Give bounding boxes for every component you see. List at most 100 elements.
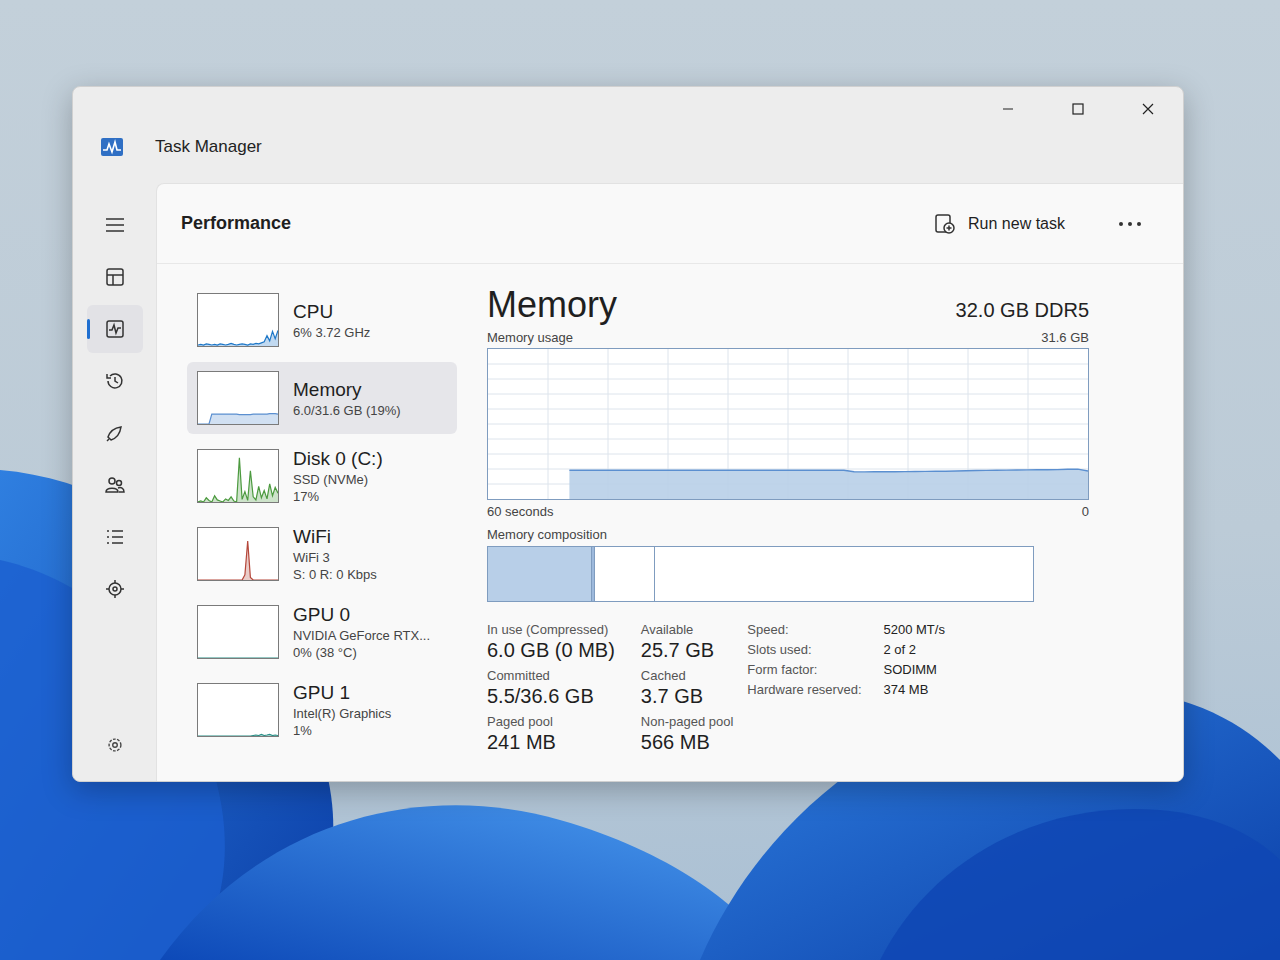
stat-item: Committed5.5/36.6 GB bbox=[487, 668, 615, 708]
spec-value: 374 MB bbox=[884, 682, 945, 697]
spec-label: Form factor: bbox=[747, 662, 861, 677]
resource-tile[interactable]: WiFiWiFi 3S: 0 R: 0 Kbps bbox=[187, 518, 457, 590]
settings-button[interactable] bbox=[87, 721, 143, 769]
stat-label: Committed bbox=[487, 668, 615, 683]
navigation-rail bbox=[73, 183, 156, 781]
grid-line bbox=[488, 454, 1088, 455]
resource-tile[interactable]: GPU 1 Intel(R) Graphics 1% bbox=[187, 674, 457, 746]
composition-segment bbox=[595, 547, 655, 601]
users-icon bbox=[104, 474, 126, 496]
mini-graph bbox=[197, 293, 279, 347]
stat-item: Available 25.7 GB bbox=[641, 622, 734, 662]
more-button[interactable] bbox=[1113, 214, 1147, 234]
usage-area bbox=[569, 469, 1088, 499]
mini-graph-line bbox=[198, 734, 278, 736]
menu-icon bbox=[104, 214, 126, 236]
stat-value: 6.0 GB (0 MB) bbox=[487, 639, 615, 662]
chart-max-label: 31.6 GB bbox=[1041, 330, 1089, 345]
nav-item[interactable] bbox=[87, 201, 143, 249]
grid-line bbox=[488, 409, 1088, 410]
grid-line bbox=[488, 424, 1088, 425]
window-title: Task Manager bbox=[155, 137, 262, 157]
resource-detail: 1% bbox=[293, 723, 391, 738]
app-history-icon bbox=[104, 370, 126, 392]
spec-label: Hardware reserved: bbox=[747, 682, 861, 697]
composition-label: Memory composition bbox=[487, 527, 1153, 542]
resource-tile[interactable]: CPU 6% 3.72 GHz bbox=[187, 284, 457, 356]
stat-value: 25.7 GB bbox=[641, 639, 734, 662]
resource-detail: S: 0 R: 0 Kbps bbox=[293, 567, 377, 582]
composition-segment bbox=[488, 547, 592, 601]
more-icon bbox=[1117, 220, 1143, 228]
nav-item[interactable] bbox=[87, 565, 143, 613]
spec-label: Slots used: bbox=[747, 642, 861, 657]
mini-graph bbox=[197, 527, 279, 581]
page-header: PerformanceRun new task bbox=[157, 184, 1183, 264]
resource-name: GPU 0 bbox=[293, 604, 430, 626]
resource-list: CPU 6% 3.72 GHz Memory6.0/31.6 GB (19%)Dis… bbox=[187, 284, 457, 781]
nav-item[interactable] bbox=[87, 513, 143, 561]
resource-name: WiFi bbox=[293, 526, 377, 548]
nav-item[interactable] bbox=[87, 461, 143, 509]
startup-icon bbox=[104, 422, 126, 444]
composition-segment bbox=[655, 547, 1033, 601]
details-icon bbox=[104, 526, 126, 548]
usage-line bbox=[569, 469, 1088, 472]
memory-specs: Speed:5200 MT/sSlots used:2 of 2Form fac… bbox=[747, 622, 945, 754]
stat-value: 566 MB bbox=[641, 731, 734, 754]
stat-label: Available bbox=[641, 622, 734, 637]
services-icon bbox=[104, 578, 126, 600]
stat-label: Paged pool bbox=[487, 714, 615, 729]
mini-graph-area bbox=[198, 658, 278, 659]
run-new-task-button[interactable]: Run new task bbox=[926, 207, 1073, 241]
mini-graph-area bbox=[198, 734, 278, 736]
memory-detail: Memory32.0 GB DDR5Memory usage31.6 GB60 … bbox=[457, 284, 1183, 781]
memory-spec: 32.0 GB DDR5 bbox=[956, 299, 1089, 322]
nav-item[interactable] bbox=[87, 305, 143, 353]
mini-graph-area bbox=[198, 414, 278, 424]
processes-icon bbox=[104, 266, 126, 288]
spec-value: 5200 MT/s bbox=[884, 622, 945, 637]
resource-tile[interactable]: Memory6.0/31.6 GB (19%) bbox=[187, 362, 457, 434]
task-manager-window: Task Manager PerformanceRun new task CPU 6%… bbox=[72, 86, 1184, 782]
grid-line bbox=[488, 394, 1088, 395]
stat-item: Cached3.7 GB bbox=[641, 668, 734, 708]
mini-graph-area bbox=[198, 458, 278, 502]
resource-name: CPU bbox=[293, 301, 370, 323]
stat-label: Non-paged pool bbox=[641, 714, 734, 729]
resource-name: Memory bbox=[293, 379, 401, 401]
resource-tile[interactable]: GPU 0 NVIDIA GeForce RTX... 0% (38 °C) bbox=[187, 596, 457, 668]
stat-item: In use (Compressed)6.0 GB (0 MB) bbox=[487, 622, 615, 662]
minimize-icon bbox=[1001, 102, 1015, 116]
memory-stats: In use (Compressed)6.0 GB (0 MB) Availabl… bbox=[487, 622, 733, 754]
minimize-button[interactable] bbox=[973, 87, 1043, 131]
resource-detail: 0% (38 °C) bbox=[293, 645, 430, 660]
mini-graph-area bbox=[198, 330, 278, 346]
mini-graph-line bbox=[198, 458, 278, 502]
resource-detail: Intel(R) Graphics bbox=[293, 706, 391, 721]
spec-label: Speed: bbox=[747, 622, 861, 637]
memory-usage-chart bbox=[487, 348, 1089, 500]
mini-graph-line bbox=[198, 541, 278, 580]
chart-min-label: 0 bbox=[1082, 504, 1089, 519]
task-manager-icon bbox=[101, 138, 123, 156]
grid-line bbox=[488, 439, 1088, 440]
resource-name: GPU 1 bbox=[293, 682, 391, 704]
nav-item[interactable] bbox=[87, 409, 143, 457]
run-task-icon bbox=[934, 213, 956, 235]
nav-item[interactable] bbox=[87, 357, 143, 405]
mini-graph bbox=[197, 683, 279, 737]
desktop: Task Manager PerformanceRun new task CPU 6%… bbox=[0, 0, 1280, 960]
stat-label: Cached bbox=[641, 668, 734, 683]
spec-value: SODIMM bbox=[884, 662, 945, 677]
grid-line bbox=[488, 364, 1088, 365]
memory-composition-bar bbox=[487, 546, 1034, 602]
close-icon bbox=[1141, 102, 1155, 116]
content-panel: PerformanceRun new task CPU 6% 3.72 GHz Mem… bbox=[156, 183, 1183, 781]
close-button[interactable] bbox=[1113, 87, 1183, 131]
resource-detail: 6% 3.72 GHz bbox=[293, 325, 370, 340]
resource-detail: NVIDIA GeForce RTX... bbox=[293, 628, 430, 643]
maximize-button[interactable] bbox=[1043, 87, 1113, 131]
nav-item[interactable] bbox=[87, 253, 143, 301]
resource-tile[interactable]: Disk 0 (C:)SSD (NVMe)17% bbox=[187, 440, 457, 512]
